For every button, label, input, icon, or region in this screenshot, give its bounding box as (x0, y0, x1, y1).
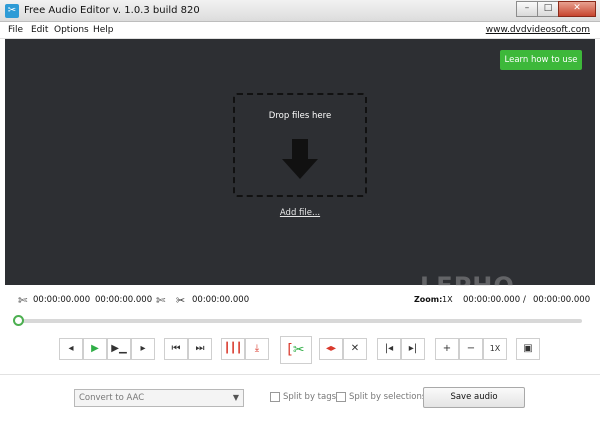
delete-x-icon: ✕ (350, 343, 360, 354)
marker-start-icon[interactable]: ✄ (18, 294, 27, 307)
title-bar: ✂ Free Audio Editor v. 1.0.3 build 820 –… (0, 0, 600, 22)
cut-button[interactable]: [✂ (280, 336, 312, 364)
split-by-tags-checkbox[interactable] (270, 392, 280, 402)
window-controls: – □ ✕ (516, 1, 596, 17)
menu-options[interactable]: Options (54, 25, 89, 35)
step-back-button[interactable]: ◂ (59, 338, 83, 360)
arrow-left-icon: ◂ (68, 343, 74, 354)
add-file-link[interactable]: Add file... (5, 208, 595, 218)
range-separator: / (523, 295, 526, 305)
skip-back-icon: ⏮ (171, 343, 181, 354)
scissors-cut-icon: ✂ (292, 342, 305, 358)
arrow-right-icon: ▸ (140, 343, 146, 354)
trim-icon: ◂▸ (325, 343, 337, 354)
to-start-icon: |◂ (384, 343, 394, 354)
selection-end-button[interactable]: ▸| (401, 338, 425, 360)
selection-time: 00:00:00.000 (192, 295, 250, 305)
range-from-time: 00:00:00.000 (463, 295, 521, 305)
split-by-selections-label: Split by selections (349, 392, 427, 402)
image-icon: ▣ (523, 343, 533, 354)
menu-help[interactable]: Help (93, 25, 114, 35)
menu-file[interactable]: File (8, 25, 23, 35)
drop-files-text: Drop files here (268, 111, 332, 121)
end-time: 00:00:00.000 (95, 295, 153, 305)
skip-forward-icon: ⏭ (195, 343, 205, 354)
minus-icon: − (466, 343, 476, 354)
start-time: 00:00:00.000 (33, 295, 91, 305)
zoom-out-button[interactable]: − (459, 338, 483, 360)
go-to-start-button[interactable]: ⏮ (164, 338, 188, 360)
scissors-icon[interactable]: ✂ (176, 294, 185, 307)
zoom-label: Zoom: (414, 295, 443, 304)
time-row: ✄ 00:00:00.000 00:00:00.000 ✄ ✂ 00:00:00… (0, 286, 600, 314)
zoom-in-button[interactable]: + (435, 338, 459, 360)
play-to-end-icon: ▶▁ (111, 343, 127, 354)
menu-bar: File Edit Options Help www.dvdvideosoft.… (0, 22, 600, 39)
play-icon: ▶ (91, 343, 99, 354)
drop-zone[interactable]: Drop files here (233, 93, 367, 197)
to-end-icon: ▸| (408, 343, 418, 354)
plus-icon: + (442, 343, 452, 354)
format-select[interactable]: Convert to AAC ▼ (74, 389, 244, 407)
window-title: Free Audio Editor v. 1.0.3 build 820 (24, 5, 200, 16)
image-button[interactable]: ▣ (516, 338, 540, 360)
format-select-value: Convert to AAC (79, 393, 145, 403)
playback-toolbar: ◂ ▶ ▶▁ ▸ ⏮ ⏭ ┃┃┃ ⤓ [✂ ◂▸ ✕ |◂ ▸| + − 1X … (0, 336, 600, 364)
play-button[interactable]: ▶ (83, 338, 107, 360)
learn-how-to-use-button[interactable]: Learn how to use (500, 50, 582, 70)
insert-button[interactable]: ⤓ (245, 338, 269, 360)
zoom-value: 1X (442, 295, 453, 304)
bottom-bar: Convert to AAC ▼ Split by tags Split by … (0, 374, 600, 424)
timeline-track[interactable] (17, 319, 582, 323)
split-button[interactable]: ┃┃┃ (221, 338, 245, 360)
play-selection-button[interactable]: ▶▁ (107, 338, 131, 360)
range-to-time: 00:00:00.000 (533, 295, 591, 305)
selection-start-button[interactable]: |◂ (377, 338, 401, 360)
zoom-reset-button[interactable]: 1X (483, 338, 507, 360)
timeline-handle[interactable] (13, 315, 24, 326)
drop-area[interactable]: Learn how to use Drop files here Add fil… (5, 39, 595, 285)
marker-end-icon[interactable]: ✄ (156, 294, 165, 307)
website-link[interactable]: www.dvdvideosoft.com (486, 25, 590, 35)
save-audio-button[interactable]: Save audio (423, 387, 525, 408)
app-icon: ✂ (5, 4, 19, 18)
chevron-down-icon: ▼ (232, 393, 239, 402)
go-to-end-button[interactable]: ⏭ (188, 338, 212, 360)
maximize-button[interactable]: □ (537, 1, 559, 17)
step-forward-button[interactable]: ▸ (131, 338, 155, 360)
delete-button[interactable]: ✕ (343, 338, 367, 360)
download-arrow-icon (282, 139, 318, 179)
split-by-tags-label: Split by tags (283, 392, 337, 402)
split-by-selections-checkbox[interactable] (336, 392, 346, 402)
split-lines-icon: ┃┃┃ (223, 343, 243, 354)
minimize-button[interactable]: – (516, 1, 538, 17)
trim-button[interactable]: ◂▸ (319, 338, 343, 360)
insert-down-icon: ⤓ (254, 343, 260, 354)
close-button[interactable]: ✕ (558, 1, 596, 17)
menu-edit[interactable]: Edit (31, 25, 48, 35)
